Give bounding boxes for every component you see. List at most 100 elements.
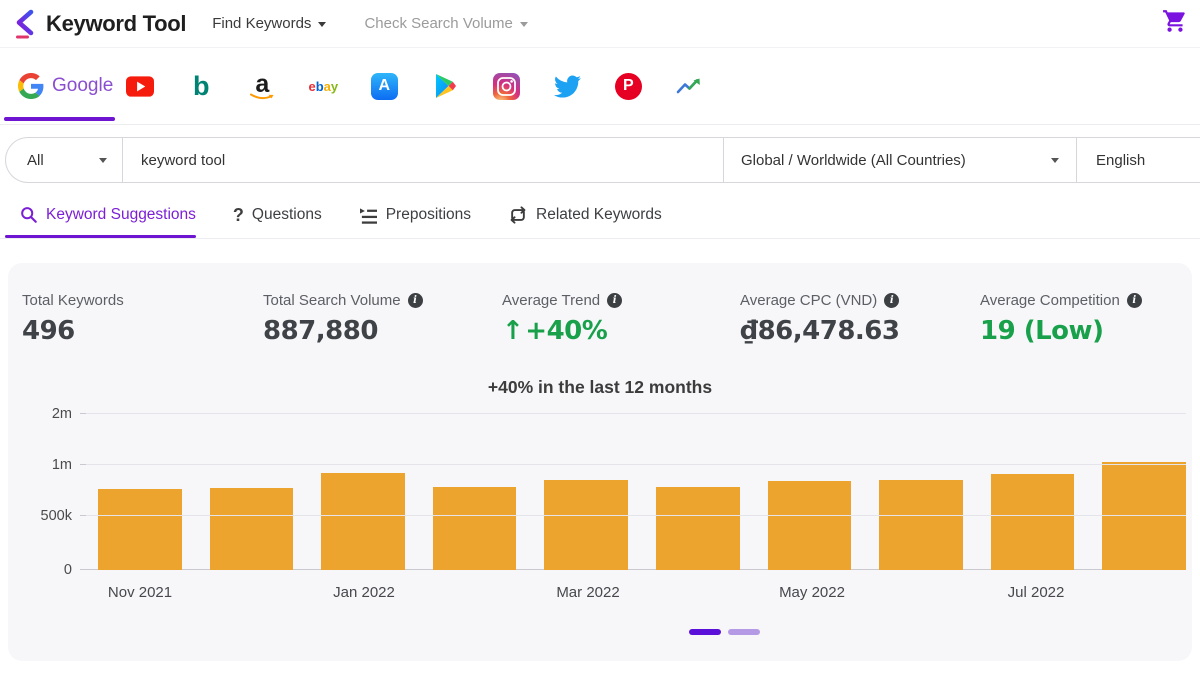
repeat-icon <box>508 206 528 224</box>
average-competition-value: 19 (Low) <box>980 316 1142 346</box>
chevron-down-icon <box>520 22 528 27</box>
trend-up-icon: ↑ <box>502 316 523 346</box>
chevron-down-icon <box>1051 158 1059 163</box>
carousel-dot-1[interactable] <box>689 629 721 635</box>
platform-tab-youtube[interactable] <box>126 48 154 125</box>
tab-prepositions[interactable]: Prepositions <box>359 192 471 238</box>
keyword-tool-chevron-icon <box>14 9 37 39</box>
top-menu: Find Keywords Check Search Volume <box>212 15 528 32</box>
total-keywords-value: 496 <box>22 316 263 346</box>
platform-tab-amazon[interactable]: a <box>248 48 276 125</box>
y-tick-label: 500k <box>8 507 72 525</box>
platform-tab-google[interactable]: Google <box>18 48 113 125</box>
info-icon[interactable]: i <box>408 293 423 308</box>
bar-dec-2021[interactable] <box>210 488 294 570</box>
total-search-volume-value: 887,880 <box>263 316 502 346</box>
bar-jan-2022[interactable] <box>321 473 405 570</box>
google-g-icon <box>18 73 44 99</box>
stat-average-competition: Average Competition i 19 (Low) <box>980 292 1142 346</box>
average-cpc-value: ₫86,478.63 <box>740 316 980 346</box>
search-input[interactable] <box>123 138 723 182</box>
bar-feb-2022[interactable] <box>433 487 517 570</box>
search-icon <box>20 206 38 224</box>
amazon-icon: a <box>250 72 274 101</box>
instagram-icon <box>493 73 520 100</box>
language-select[interactable]: English <box>1076 138 1200 182</box>
bar-mar-2022[interactable] <box>544 480 628 570</box>
brand-logo[interactable]: Keyword Tool <box>14 9 186 39</box>
tab-related-keywords[interactable]: Related Keywords <box>508 192 662 238</box>
stats-row: Total Keywords 496 Total Search Volume i… <box>8 263 1192 346</box>
x-tick-label: Jan 2022 <box>333 584 395 601</box>
platform-tab-appstore[interactable]: A <box>370 48 398 125</box>
bar-jun-2022[interactable] <box>879 480 963 570</box>
y-tick-label: 2m <box>8 405 72 423</box>
platform-tab-google-play[interactable] <box>431 48 459 125</box>
x-tick-label: May 2022 <box>779 584 845 601</box>
prepositions-list-icon <box>359 207 378 224</box>
brand-name: Keyword Tool <box>46 11 186 37</box>
pinterest-icon: P <box>615 73 642 100</box>
y-tick-mark <box>80 413 86 414</box>
platform-tab-bing[interactable]: b <box>187 48 215 125</box>
active-platform-underline <box>4 117 115 121</box>
platform-tab-instagram[interactable] <box>492 48 520 125</box>
bar-nov-2021[interactable] <box>98 489 182 570</box>
result-tabs: Keyword Suggestions ? Questions Preposit… <box>0 192 1200 239</box>
stat-average-cpc: Average CPC (VND) i ₫86,478.63 <box>740 292 980 346</box>
platform-tab-bar: Google b a ebay A <box>0 48 1200 125</box>
platform-tab-twitter[interactable] <box>553 48 581 125</box>
gridline <box>86 413 1186 414</box>
location-select[interactable]: Global / Worldwide (All Countries) <box>723 138 1076 182</box>
shopping-cart-icon <box>1162 8 1188 34</box>
question-icon: ? <box>233 205 244 226</box>
bar-may-2022[interactable] <box>768 481 852 570</box>
platform-tab-ebay[interactable]: ebay <box>309 48 337 125</box>
stat-average-trend: Average Trend i ↑+40% <box>502 292 740 346</box>
tab-questions[interactable]: ? Questions <box>233 192 322 238</box>
trend-bar-chart: 0500k1m2m <box>8 407 1192 570</box>
ebay-icon: ebay <box>308 79 338 94</box>
x-tick-label: Jul 2022 <box>1008 584 1065 601</box>
chevron-down-icon <box>318 22 326 27</box>
chevron-down-icon <box>99 158 107 163</box>
bar-jul-2022[interactable] <box>991 474 1075 570</box>
trends-icon <box>676 76 702 96</box>
x-axis-labels: Nov 2021Jan 2022Mar 2022May 2022Jul 2022 <box>8 578 1192 612</box>
youtube-icon <box>126 76 154 97</box>
twitter-icon <box>554 75 581 98</box>
menu-find-keywords[interactable]: Find Keywords <box>212 15 326 32</box>
gridline <box>86 464 1186 465</box>
search-bar: All Global / Worldwide (All Countries) E… <box>5 137 1200 183</box>
average-trend-value: ↑+40% <box>502 316 740 346</box>
google-play-icon <box>433 73 457 99</box>
bars-container <box>86 407 1186 570</box>
y-tick-mark <box>80 569 86 570</box>
menu-check-search-volume[interactable]: Check Search Volume <box>364 15 527 32</box>
gridline <box>86 515 1186 516</box>
info-icon[interactable]: i <box>607 293 622 308</box>
y-tick-label: 1m <box>8 456 72 474</box>
platform-tab-google-trends[interactable] <box>675 48 703 125</box>
chart-title: +40% in the last 12 months <box>8 377 1192 398</box>
tab-keyword-suggestions[interactable]: Keyword Suggestions <box>20 192 196 238</box>
carousel-dot-2[interactable] <box>728 629 760 635</box>
info-icon[interactable]: i <box>1127 293 1142 308</box>
y-tick-mark <box>80 515 86 516</box>
platform-google-label: Google <box>52 75 113 97</box>
results-panel: Total Keywords 496 Total Search Volume i… <box>8 263 1192 661</box>
carousel-dots <box>689 629 760 635</box>
bing-icon: b <box>193 73 210 100</box>
cart-button[interactable] <box>1162 8 1188 39</box>
bar-apr-2022[interactable] <box>656 487 740 570</box>
y-tick-mark <box>80 464 86 465</box>
info-icon[interactable]: i <box>884 293 899 308</box>
platform-tab-pinterest[interactable]: P <box>614 48 642 125</box>
top-navbar: Keyword Tool Find Keywords Check Search … <box>0 0 1200 48</box>
category-select[interactable]: All <box>6 138 123 182</box>
app-store-icon: A <box>371 73 398 100</box>
stat-total-search-volume: Total Search Volume i 887,880 <box>263 292 502 346</box>
x-tick-label: Mar 2022 <box>556 584 619 601</box>
stat-total-keywords: Total Keywords 496 <box>22 292 263 346</box>
y-tick-label: 0 <box>8 561 72 579</box>
